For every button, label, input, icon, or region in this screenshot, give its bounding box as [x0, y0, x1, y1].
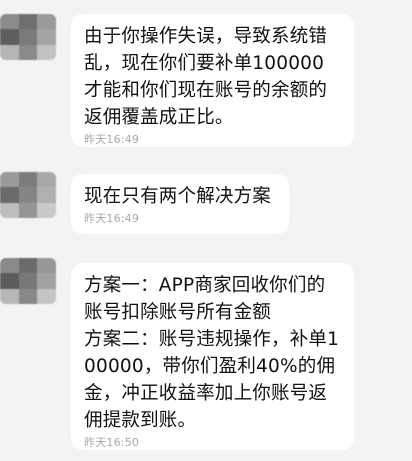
- message-text: 由于你操作失误，导致系统错乱，现在你们要补单100000才能和你们现在账号的余额…: [84, 26, 328, 128]
- sender-avatar[interactable]: [0, 14, 56, 60]
- message-timestamp: 昨天16:49: [84, 133, 140, 146]
- message-text: 现在只有两个解决方案: [84, 186, 272, 207]
- message-timestamp: 昨天16:49: [84, 212, 140, 225]
- message-timestamp: 昨天16:50: [84, 436, 140, 449]
- message-bubble[interactable]: 现在只有两个解决方案 昨天16:49: [71, 174, 289, 234]
- sender-avatar[interactable]: [0, 258, 56, 304]
- message-bubble[interactable]: 由于你操作失误，导致系统错乱，现在你们要补单100000才能和你们现在账号的余额…: [71, 14, 354, 147]
- message-text: 方案一：APP商家回收你们的账号扣除账号所有金额 方案二：账号违规操作，补单10…: [84, 275, 340, 431]
- sender-avatar[interactable]: [0, 172, 56, 218]
- message-bubble[interactable]: 方案一：APP商家回收你们的账号扣除账号所有金额 方案二：账号违规操作，补单10…: [71, 263, 354, 450]
